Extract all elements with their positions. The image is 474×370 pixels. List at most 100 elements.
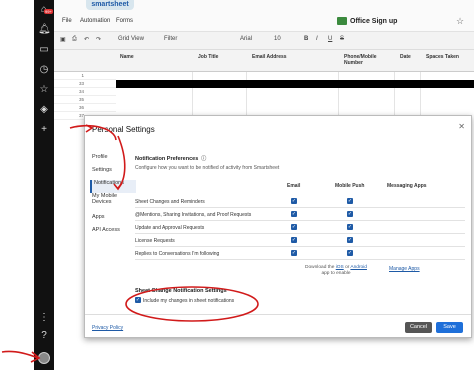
row-number: 1	[54, 72, 116, 80]
dialog-title: Personal Settings	[92, 125, 155, 134]
menu-bar: smartsheet File Automation Forms Office …	[54, 0, 474, 32]
strikethrough-button[interactable]: S	[340, 36, 344, 42]
email-checkbox[interactable]: ✓	[291, 198, 297, 204]
sheet-settings-title: Sheet Change Notification Settings	[135, 288, 227, 294]
row-label: Replies to Conversations I'm following	[135, 251, 220, 257]
plus-icon[interactable]: +	[38, 124, 50, 136]
row-number: 36	[54, 104, 116, 112]
info-icon[interactable]: ⓘ	[201, 155, 206, 162]
star-icon[interactable]: ☆	[38, 84, 50, 96]
mobile-push-checkbox[interactable]: ✓	[347, 237, 353, 243]
redo-icon[interactable]: ↷	[96, 36, 101, 43]
apps-grid-icon[interactable]: ⋮	[38, 312, 50, 324]
italic-button[interactable]: I	[316, 36, 318, 42]
include-my-changes-option: ✓ Include my changes in sheet notificati…	[135, 297, 235, 304]
save-button[interactable]: Save	[436, 322, 463, 333]
nav-profile[interactable]: Profile	[92, 154, 136, 167]
font-size-dropdown[interactable]: 10	[274, 36, 281, 42]
undo-icon[interactable]: ↶	[84, 36, 89, 43]
notification-row: License Requests ✓ ✓	[135, 234, 465, 247]
email-checkbox[interactable]: ✓	[291, 211, 297, 217]
font-dropdown[interactable]: Arial	[240, 36, 252, 42]
notification-badge: 99+	[44, 9, 53, 14]
ios-link[interactable]: iOS	[336, 265, 344, 270]
column-header-phone[interactable]: Phone/Mobile Number	[344, 54, 388, 66]
menu-automation[interactable]: Automation	[80, 18, 110, 24]
column-header-date[interactable]: Date	[400, 54, 411, 60]
redacted-row	[116, 80, 474, 88]
nav-apps[interactable]: Apps	[92, 214, 136, 227]
email-checkbox[interactable]: ✓	[291, 224, 297, 230]
clock-icon[interactable]: ◷	[38, 64, 50, 76]
notification-row: @Mentions, Sharing Invitations, and Proo…	[135, 208, 465, 221]
mobile-push-checkbox[interactable]: ✓	[347, 250, 353, 256]
download-text-or: or	[345, 265, 350, 270]
bell-icon[interactable]: 🔔︎	[38, 24, 51, 36]
col-mobile-push: Mobile Push	[335, 183, 365, 189]
nav-notifications[interactable]: Notifications	[90, 180, 136, 193]
toolbar: ▣ ⎙ ↶ ↷ Grid View Filter Arial 10 B I U …	[54, 32, 474, 50]
row-numbers: 1 33 34 35 36 37	[54, 72, 116, 120]
personal-settings-dialog: Personal Settings ✕ Profile Settings Not…	[84, 115, 472, 338]
nav-settings[interactable]: Settings	[92, 167, 136, 180]
notification-row: Update and Approval Requests ✓ ✓	[135, 221, 465, 234]
avatar[interactable]	[38, 352, 50, 364]
menu-file[interactable]: File	[62, 18, 72, 24]
email-checkbox[interactable]: ✓	[291, 250, 297, 256]
left-nav-rail: ⌂ 99+ 🔔︎ ▭ ◷ ☆ ◈ + ⋮ ?	[34, 0, 54, 370]
mobile-push-checkbox[interactable]: ✓	[347, 224, 353, 230]
column-header-spaces[interactable]: Spaces Taken	[426, 54, 459, 60]
underline-button[interactable]: U	[328, 36, 332, 42]
folder-icon[interactable]: ▭	[38, 44, 50, 56]
sheet-change-settings: Sheet Change Notification Settings ✓ Inc…	[135, 288, 234, 304]
download-app-note: Download the iOS or Android app to enabl…	[305, 265, 367, 277]
row-label: @Mentions, Sharing Invitations, and Proo…	[135, 212, 252, 218]
privacy-policy-link[interactable]: Privacy Policy	[92, 325, 123, 331]
footer-divider	[85, 314, 471, 315]
android-link[interactable]: Android	[350, 265, 367, 270]
column-header-email[interactable]: Email Address	[252, 54, 287, 60]
row-label: Update and Approval Requests	[135, 225, 205, 231]
nav-api-access[interactable]: API Access	[92, 227, 136, 240]
download-text-end: app to enable	[321, 271, 351, 276]
grid-view-dropdown[interactable]: Grid View	[118, 36, 144, 42]
bold-button[interactable]: B	[304, 36, 308, 42]
row-number: 34	[54, 88, 116, 96]
cancel-button[interactable]: Cancel	[405, 322, 432, 333]
app-logo: smartsheet	[86, 0, 134, 10]
include-my-changes-label: Include my changes in sheet notification…	[143, 298, 235, 304]
filter-button[interactable]: Filter	[164, 36, 177, 42]
prefs-subtitle: Configure how you want to be notified of…	[135, 165, 280, 171]
row-label: Sheet Changes and Reminders	[135, 199, 205, 205]
email-checkbox[interactable]: ✓	[291, 237, 297, 243]
row-label: License Requests	[135, 238, 175, 244]
nav-mobile-devices[interactable]: My Mobile Devices	[92, 193, 136, 214]
notification-row: Sheet Changes and Reminders ✓ ✓	[135, 195, 465, 208]
annotation-arrow-avatar	[1, 350, 39, 359]
row-number: 35	[54, 96, 116, 104]
solutions-icon[interactable]: ◈	[38, 104, 50, 116]
notifications-panel: Notification Preferences ⓘ Configure how …	[135, 155, 465, 304]
include-my-changes-checkbox[interactable]: ✓	[135, 297, 141, 303]
help-icon[interactable]: ?	[38, 330, 50, 342]
mobile-push-checkbox[interactable]: ✓	[347, 211, 353, 217]
download-text: Download the	[305, 265, 335, 270]
col-email: Email	[287, 183, 301, 189]
sheet-icon	[337, 17, 347, 25]
print-icon[interactable]: ⎙	[72, 36, 77, 43]
mobile-push-checkbox[interactable]: ✓	[347, 198, 353, 204]
favorite-star-icon[interactable]: ☆	[456, 16, 464, 27]
save-icon[interactable]: ▣	[60, 36, 66, 43]
col-messaging-apps: Messaging Apps	[387, 183, 427, 189]
close-icon[interactable]: ✕	[458, 122, 465, 131]
sheet-title: Office Sign up	[350, 18, 398, 25]
settings-nav: Profile Settings Notifications My Mobile…	[90, 154, 136, 240]
manage-apps-link[interactable]: Manage Apps	[389, 266, 420, 272]
grid-header: Name Job Title Email Address Phone/Mobil…	[54, 50, 474, 72]
column-header-job-title[interactable]: Job Title	[198, 54, 218, 60]
notification-row: Replies to Conversations I'm following ✓…	[135, 247, 465, 260]
column-header-name[interactable]: Name	[120, 54, 134, 60]
prefs-title: Notification Preferences	[135, 156, 199, 162]
menu-forms[interactable]: Forms	[116, 18, 133, 24]
row-number: 33	[54, 80, 116, 88]
